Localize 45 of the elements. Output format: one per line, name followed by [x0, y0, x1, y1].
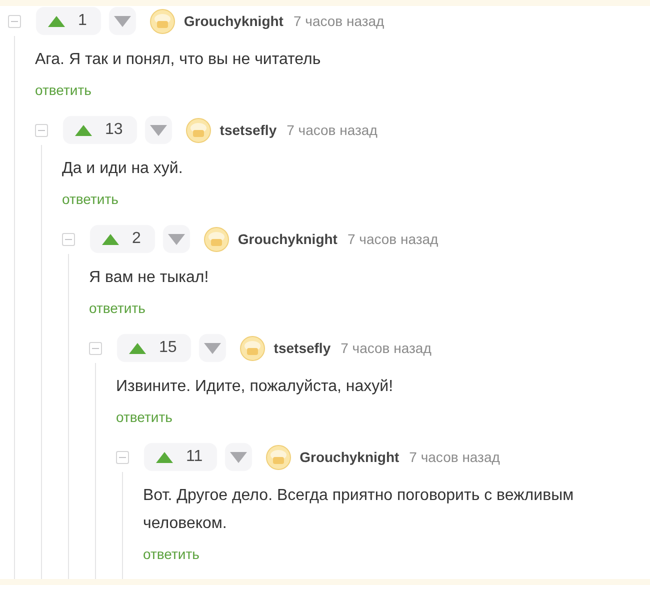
comment-time: 7 часов назад [293, 13, 384, 29]
downvote-button[interactable] [198, 334, 226, 362]
downvote-icon [150, 124, 167, 136]
comment-time: 7 часов назад [409, 449, 500, 465]
downvote-icon [230, 452, 247, 462]
rating-count: 2 [132, 230, 141, 248]
downvote-button[interactable] [224, 443, 252, 471]
comment-text: Да и иди на хуй. [62, 159, 184, 179]
avatar-icon[interactable] [240, 336, 265, 360]
collapse-button[interactable] [116, 450, 129, 464]
comment-text: Ага. Я так и понял, что вы не читатель [35, 50, 322, 70]
author-name[interactable]: Grouchyknight [300, 449, 400, 465]
comment-text: Я вам не тыкал! [89, 268, 210, 288]
downvote-icon [204, 342, 221, 354]
downvote-button[interactable] [162, 225, 190, 253]
rating-count: 15 [159, 339, 177, 357]
collapse-button[interactable] [35, 124, 48, 136]
upvote-icon[interactable] [129, 342, 146, 354]
collapse-button[interactable] [62, 232, 75, 246]
downvote-icon [168, 234, 185, 244]
author-name[interactable]: Grouchyknight [238, 231, 338, 247]
comment-time: 7 часов назад [286, 122, 378, 138]
author-name[interactable]: Grouchyknight [184, 13, 284, 29]
comment-text: Вот. Другое дело. Всегда приятно поговорить с вежливым человеком. [143, 486, 575, 534]
upvote-icon[interactable] [156, 452, 173, 462]
upvote-icon[interactable] [75, 124, 92, 136]
downvote-button[interactable] [144, 116, 172, 144]
comment-time: 7 часов назад [340, 340, 432, 356]
rating-count: 1 [78, 12, 87, 30]
rating-count: 13 [105, 121, 123, 139]
avatar-icon[interactable] [150, 8, 175, 34]
author-name[interactable]: tsetsefly [274, 340, 331, 356]
comment-time: 7 часов назад [347, 231, 438, 247]
collapse-button[interactable] [89, 342, 102, 354]
downvote-icon [114, 16, 131, 26]
upvote-icon[interactable] [102, 234, 119, 244]
comment-text: Извините. Идите, пожалуйста, нахуй! [116, 377, 394, 397]
avatar-icon[interactable] [204, 226, 229, 252]
upvote-icon[interactable] [48, 16, 65, 26]
rating-count: 11 [186, 448, 203, 466]
avatar-icon[interactable] [266, 444, 291, 470]
collapse-button[interactable] [8, 14, 21, 28]
author-name[interactable]: tsetsefly [220, 122, 277, 138]
downvote-button[interactable] [108, 7, 136, 35]
avatar-icon[interactable] [186, 118, 211, 142]
